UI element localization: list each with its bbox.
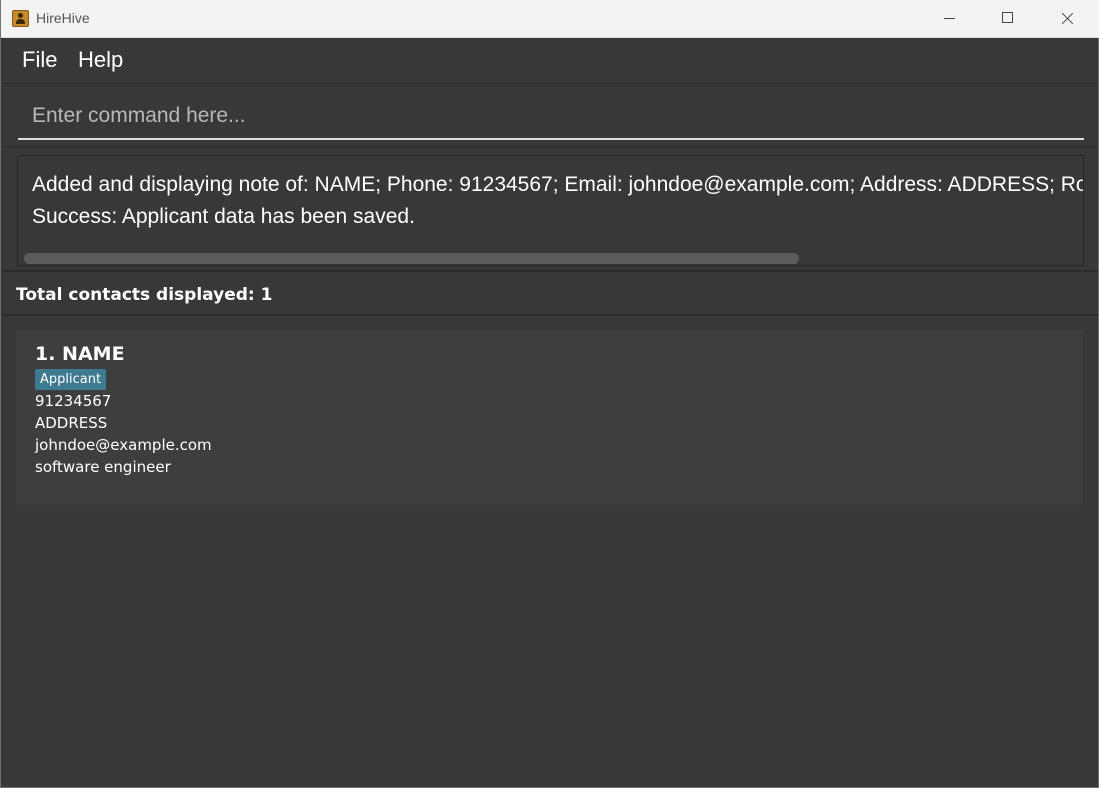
address-book-icon xyxy=(12,10,29,27)
maximize-button[interactable] xyxy=(979,0,1037,37)
result-display[interactable]: Added and displaying note of: NAME; Phon… xyxy=(17,155,1084,266)
contact-address: ADDRESS xyxy=(35,414,108,432)
contact-email: johndoe@example.com xyxy=(35,436,212,454)
menu-file[interactable]: File xyxy=(22,47,57,73)
close-button[interactable] xyxy=(1038,0,1096,37)
result-status-line: Success: Applicant data has been saved. xyxy=(32,205,415,228)
app-window: HireHive File Help Added and displaying … xyxy=(0,0,1099,788)
horizontal-scrollbar[interactable] xyxy=(23,253,1080,264)
menu-help[interactable]: Help xyxy=(78,47,123,73)
status-tag: Applicant xyxy=(35,369,107,390)
scrollbar-thumb[interactable] xyxy=(24,253,799,264)
result-message-line: Added and displaying note of: NAME; Phon… xyxy=(32,173,1084,196)
command-box xyxy=(2,84,1098,147)
menu-bar: File Help xyxy=(2,38,1098,84)
contact-name: 1. NAME xyxy=(35,343,125,365)
contacts-count-label: Total contacts displayed: 1 xyxy=(16,285,273,305)
contacts-header: Total contacts displayed: 1 xyxy=(2,274,1098,316)
contact-card[interactable]: 1. NAME Applicant 91234567 ADDRESS johnd… xyxy=(16,330,1083,505)
contact-phone: 91234567 xyxy=(35,392,112,410)
command-input[interactable] xyxy=(18,94,1084,140)
window-title: HireHive xyxy=(36,10,90,26)
result-display-pane: Added and displaying note of: NAME; Phon… xyxy=(2,149,1098,272)
contact-list: 1. NAME Applicant 91234567 ADDRESS johnd… xyxy=(2,318,1098,786)
title-bar[interactable]: HireHive xyxy=(1,0,1099,38)
contact-role: software engineer xyxy=(35,458,171,476)
minimize-button[interactable] xyxy=(921,0,979,37)
